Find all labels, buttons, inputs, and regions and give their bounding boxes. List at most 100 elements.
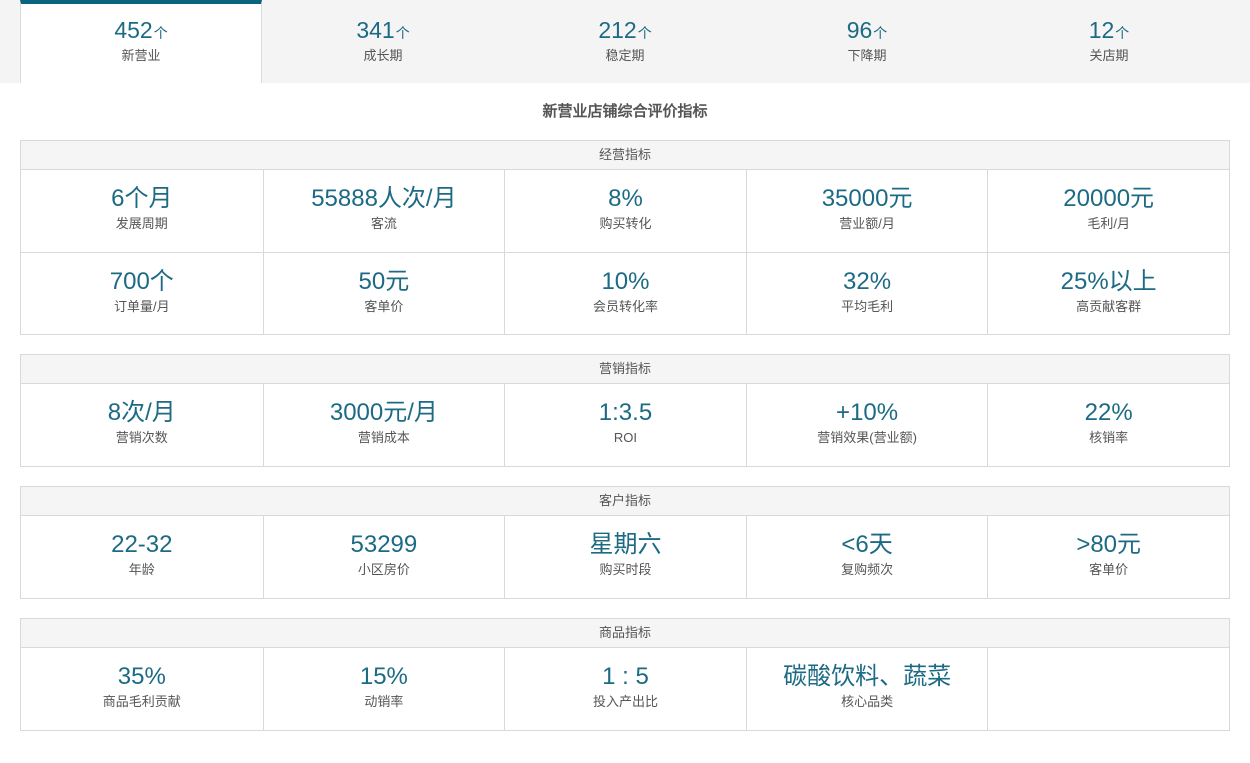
metric-value: 20000元 [1063, 185, 1155, 212]
metric-value: 700个 [109, 268, 174, 295]
tab-count: 452个 [114, 17, 168, 43]
tab-decline[interactable]: 96个 下降期 [746, 0, 988, 83]
metric-label: 发展周期 [115, 216, 168, 231]
section-title: 营销指标 [21, 355, 1229, 384]
metric-cell: 35% 商品毛利贡献 [21, 648, 263, 730]
metric-row: 22-32 年龄 53299 小区房价 星期六购买时段 <6天复购频次 >80元客单… [21, 516, 1229, 598]
metric-value: +10% [836, 399, 899, 426]
metric-label: 核心品类 [841, 694, 894, 709]
metric-value: 8% [608, 185, 643, 212]
metric-value: 50元 [358, 268, 410, 295]
section-operation: 经营指标 6个月发展周期 55888人次/月客流 8% 购买转化 35000元营业… [20, 140, 1230, 335]
tab-label: 新营业 [121, 48, 161, 63]
metric-cell: 10% 会员转化率 [504, 253, 746, 334]
metric-value: 6个月 [111, 185, 173, 212]
section-customer: 客户指标 22-32 年龄 53299 小区房价 星期六购买时段 <6天复购频次 >… [20, 486, 1230, 599]
metric-value: 55888人次/月 [311, 185, 457, 212]
metric-value: 碳酸饮料、蔬菜 [783, 663, 952, 690]
metric-label: 高贡献客群 [1076, 299, 1142, 314]
metric-row: 35% 商品毛利贡献 15% 动销率 1 : 5 投入产出比 碳酸饮料、蔬菜核心品类 [21, 648, 1229, 730]
metric-cell: 1:3.5 ROI [504, 384, 746, 466]
metric-label: 投入产出比 [592, 694, 658, 709]
tab-label: 稳定期 [605, 48, 645, 63]
metric-cell: >80元客单价 [987, 516, 1229, 598]
metric-cell: 700个订单量/月 [21, 253, 263, 334]
metric-label: 营销次数 [115, 430, 168, 445]
tab-count: 212个 [598, 17, 652, 43]
metric-value: 22-32 [111, 531, 173, 558]
tab-label: 关店期 [1089, 48, 1129, 63]
metric-cell: 22-32 年龄 [21, 516, 263, 598]
metric-value: 53299 [350, 531, 418, 558]
tab-growth[interactable]: 341个 成长期 [262, 0, 504, 83]
metric-cell: 55888人次/月客流 [262, 170, 505, 252]
metric-cell: 3000元/月营销成本 [262, 384, 505, 466]
section-title: 客户指标 [21, 487, 1229, 516]
metric-cell: 8% 购买转化 [504, 170, 746, 252]
metric-cell: 碳酸饮料、蔬菜核心品类 [745, 648, 988, 730]
metric-label: 客单价 [364, 299, 404, 314]
metric-label: 客流 [370, 216, 397, 231]
section-product: 商品指标 35% 商品毛利贡献 15% 动销率 1 : 5 投入产出比 碳酸饮料、蔬菜… [20, 618, 1230, 731]
metric-value: >80元 [1076, 531, 1142, 558]
metric-cell: +10% 营销效果(营业额) [745, 384, 988, 466]
metric-value: 8次/月 [107, 399, 176, 426]
tab-count: 12个 [1088, 17, 1130, 43]
metric-label: 营销成本 [357, 430, 410, 445]
metric-label: 订单量/月 [113, 299, 170, 314]
tab-closing[interactable]: 12个 关店期 [988, 0, 1230, 83]
metric-label: 毛利/月 [1087, 216, 1130, 231]
metric-label: 核销率 [1089, 430, 1129, 445]
metric-label: 商品毛利贡献 [102, 694, 181, 709]
metric-value: 25%以上 [1060, 268, 1157, 295]
metric-row: 8次/月营销次数 3000元/月营销成本 1:3.5 ROI +10% 营销效果(营… [21, 384, 1229, 466]
metric-value: 22% [1084, 399, 1133, 426]
section-title: 经营指标 [21, 141, 1229, 170]
tab-count: 341个 [356, 17, 410, 43]
metric-value: 32% [843, 268, 892, 295]
metric-label: 购买转化 [599, 216, 652, 231]
metric-value: 1:3.5 [598, 399, 653, 426]
tab-stable[interactable]: 212个 稳定期 [504, 0, 746, 83]
page-title: 新营业店铺综合评价指标 [542, 103, 708, 120]
metric-label: 购买时段 [599, 562, 652, 577]
tab-label: 下降期 [847, 48, 887, 63]
metric-label: 平均毛利 [841, 299, 894, 314]
metric-value: 3000元/月 [329, 399, 438, 426]
metric-cell: 35000元营业额/月 [745, 170, 988, 252]
metric-row: 6个月发展周期 55888人次/月客流 8% 购买转化 35000元营业额/月 2… [21, 170, 1229, 252]
metric-label: 会员转化率 [592, 299, 658, 314]
metric-value: 10% [601, 268, 650, 295]
tab-count: 96个 [846, 17, 888, 43]
metric-cell: 星期六 购买时段 [504, 516, 746, 598]
metric-label: ROI [613, 430, 638, 445]
metric-label: 年龄 [128, 562, 155, 577]
metric-cell: 20000元毛利/月 [987, 170, 1229, 252]
metric-value: 15% [359, 663, 408, 690]
tab-label: 成长期 [363, 48, 403, 63]
metric-cell-empty [987, 648, 1229, 730]
metric-cell: 6个月发展周期 [21, 170, 263, 252]
metric-label: 营销效果(营业额) [817, 430, 917, 445]
metric-cell: 22% 核销率 [987, 384, 1229, 466]
metric-value: 星期六 [589, 531, 662, 558]
metric-label: 动销率 [364, 694, 404, 709]
metric-cell: 25%以上高贡献客群 [987, 253, 1229, 334]
stage-tabs: 452个 新营业 341个 成长期 212个 稳定期 96个 下降期 12个 关… [0, 0, 1250, 83]
metric-value: <6天 [841, 531, 893, 558]
metric-label: 客单价 [1089, 562, 1129, 577]
section-title: 商品指标 [21, 619, 1229, 648]
metric-value: 35000元 [821, 185, 913, 212]
metric-cell: 1 : 5 投入产出比 [504, 648, 746, 730]
metric-row: 700个订单量/月 50元客单价 10% 会员转化率 32% 平均毛利 25%以上高… [21, 252, 1229, 334]
metric-cell: 8次/月营销次数 [21, 384, 263, 466]
tab-new-opening[interactable]: 452个 新营业 [20, 0, 262, 83]
metric-cell: 53299 小区房价 [262, 516, 505, 598]
metric-value: 35% [117, 663, 166, 690]
metric-cell: 32% 平均毛利 [745, 253, 988, 334]
metric-label: 营业额/月 [839, 216, 895, 231]
metric-label: 小区房价 [357, 562, 410, 577]
metric-label: 复购频次 [841, 562, 894, 577]
metric-cell: <6天复购频次 [745, 516, 988, 598]
section-marketing: 营销指标 8次/月营销次数 3000元/月营销成本 1:3.5 ROI +10% 营… [20, 354, 1230, 467]
